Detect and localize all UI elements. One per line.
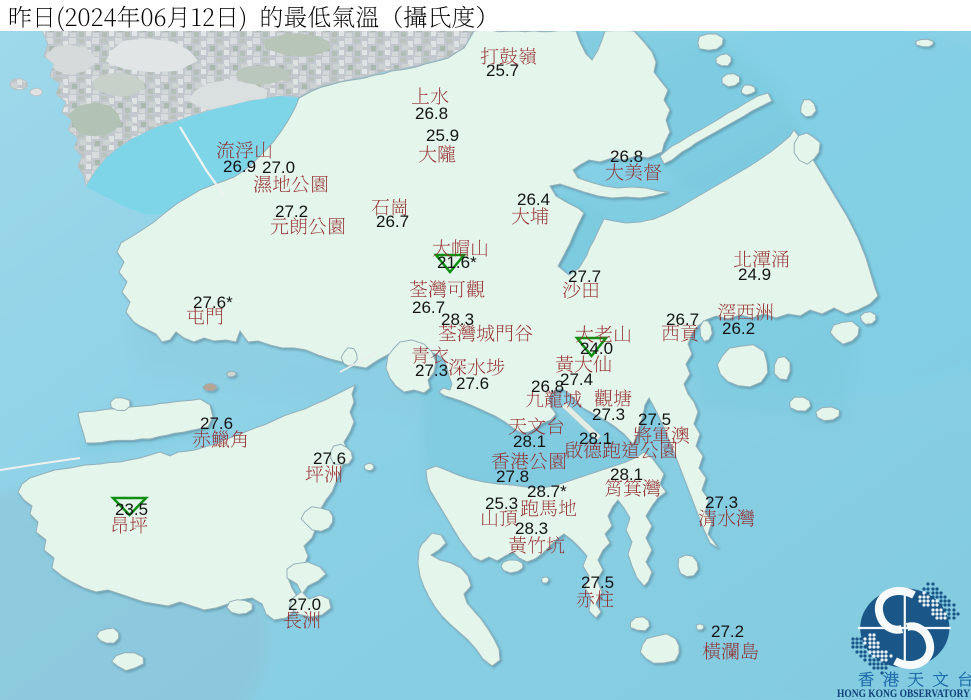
- svg-text:27.4: 27.4: [560, 370, 593, 389]
- svg-text:21.6*: 21.6*: [437, 253, 477, 272]
- svg-text:24.0: 24.0: [580, 339, 613, 358]
- svg-text:28.1: 28.1: [579, 429, 612, 448]
- svg-text:28.1: 28.1: [513, 432, 546, 451]
- svg-text:27.5: 27.5: [638, 410, 671, 429]
- svg-text:25.9: 25.9: [426, 126, 459, 145]
- svg-text:27.0: 27.0: [262, 158, 295, 177]
- svg-text:27.0: 27.0: [288, 595, 321, 614]
- svg-text:27.3: 27.3: [415, 361, 448, 380]
- svg-text:26.9: 26.9: [223, 157, 256, 176]
- svg-text:27.6: 27.6: [313, 449, 346, 468]
- svg-text:26.7: 26.7: [666, 310, 699, 329]
- svg-text:27.6*: 27.6*: [193, 293, 233, 312]
- svg-text:27.3: 27.3: [705, 493, 738, 512]
- svg-text:27.8: 27.8: [496, 467, 529, 486]
- svg-text:28.3: 28.3: [515, 519, 548, 538]
- svg-text:26.8: 26.8: [531, 377, 564, 396]
- svg-text:25.3: 25.3: [485, 494, 518, 513]
- svg-text:27.7: 27.7: [568, 267, 601, 286]
- svg-text:27.2: 27.2: [275, 202, 308, 221]
- svg-text:24.9: 24.9: [738, 265, 771, 284]
- svg-text:27.5: 27.5: [581, 573, 614, 592]
- svg-text:27.6: 27.6: [456, 374, 489, 393]
- svg-text:27.6: 27.6: [200, 414, 233, 433]
- svg-text:28.7*: 28.7*: [527, 482, 567, 501]
- svg-text:26.8: 26.8: [610, 147, 643, 166]
- svg-text:26.4: 26.4: [517, 190, 550, 209]
- svg-text:28.3: 28.3: [441, 310, 474, 329]
- svg-text:HONG KONG OBSERVATORY: HONG KONG OBSERVATORY: [837, 688, 971, 700]
- svg-text:27.2: 27.2: [711, 622, 744, 641]
- svg-text:23.5: 23.5: [115, 500, 148, 519]
- svg-text:26.8: 26.8: [415, 104, 448, 123]
- svg-text:26.7: 26.7: [376, 212, 409, 231]
- svg-text:26.2: 26.2: [722, 319, 755, 338]
- svg-text:27.3: 27.3: [592, 405, 625, 424]
- svg-text:25.7: 25.7: [486, 61, 519, 80]
- svg-text:28.1: 28.1: [610, 465, 643, 484]
